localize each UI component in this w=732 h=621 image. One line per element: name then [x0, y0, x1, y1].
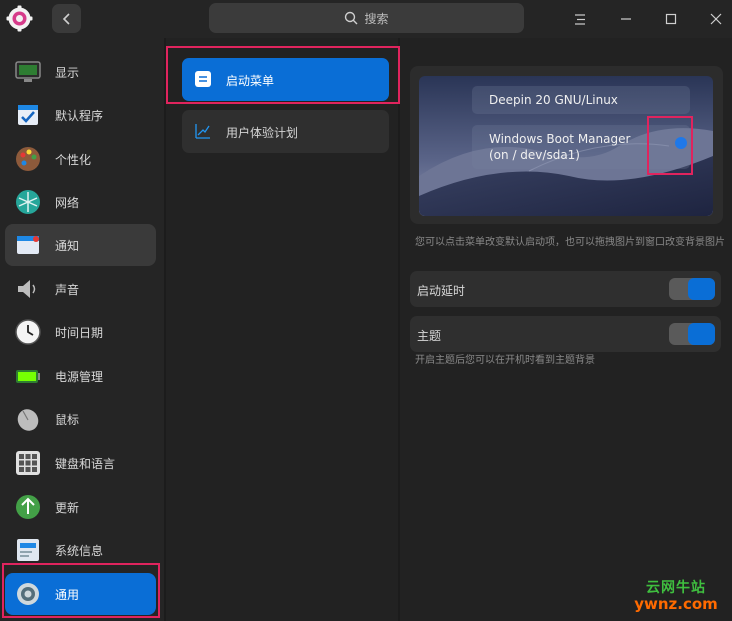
sidebar-item-datetime[interactable]: 时间日期: [5, 311, 156, 353]
notification-icon: [17, 236, 39, 254]
boot-preview-card: Deepin 20 GNU/Linux Windows Boot Manager…: [410, 66, 723, 224]
update-icon: [16, 495, 40, 519]
sidebar-item-label: 网络: [55, 196, 80, 210]
sidebar-item-personalization[interactable]: 个性化: [5, 138, 156, 180]
sidebar-item-label: 个性化: [55, 153, 92, 167]
sidebar-item-label: 键盘和语言: [55, 457, 116, 471]
minimize-icon: [621, 18, 631, 20]
maximize-icon: [665, 13, 677, 25]
toggle-knob: [688, 323, 715, 345]
theme-hint-text: 开启主题后您可以在开机时看到主题背景: [415, 355, 595, 366]
toggle-knob: [688, 278, 715, 300]
sidebar-item-label: 声音: [55, 283, 80, 297]
battery-icon: [16, 370, 40, 383]
boot-delay-label: 启动延时: [417, 284, 466, 298]
menu-icon: [575, 13, 585, 25]
boot-delay-toggle[interactable]: [669, 278, 715, 300]
mouse-icon: [17, 409, 39, 431]
sidebar-item-general[interactable]: 通用: [5, 573, 156, 615]
theme-row: 主题: [410, 316, 721, 352]
submenu-item-label: 用户体验计划: [226, 126, 299, 140]
sidebar-item-label: 时间日期: [55, 326, 104, 340]
submenu-item-user-experience[interactable]: 用户体验计划: [182, 110, 389, 153]
default-apps-icon: [18, 105, 38, 125]
sidebar-item-display[interactable]: 显示: [5, 51, 156, 93]
watermark: 云网牛站 ywnz.com: [631, 580, 721, 612]
display-icon: [15, 61, 41, 82]
sidebar-item-sound[interactable]: 声音: [5, 268, 156, 310]
title-bar: 搜索: [0, 0, 732, 38]
personalization-icon: [16, 147, 40, 171]
sidebar-item-label: 通知: [55, 239, 80, 253]
boot-delay-row: 启动延时: [410, 271, 721, 307]
settings-gear-icon: [6, 5, 33, 32]
search-input[interactable]: 搜索: [209, 3, 524, 33]
sidebar-item-label: 显示: [55, 66, 80, 80]
sidebar-item-mouse[interactable]: 鼠标: [5, 398, 156, 440]
network-icon: [16, 190, 40, 214]
default-boot-indicator: [675, 137, 687, 149]
close-button[interactable]: [705, 8, 727, 30]
chevron-left-icon: [62, 12, 70, 25]
search-icon: [345, 11, 358, 25]
submenu-item-boot-menu[interactable]: 启动菜单: [182, 58, 389, 101]
theme-label: 主题: [417, 329, 442, 343]
close-icon: [710, 13, 722, 25]
sidebar-item-system-info[interactable]: 系统信息: [5, 529, 156, 571]
watermark-line2: ywnz.com: [634, 595, 718, 613]
sidebar-item-network[interactable]: 网络: [5, 181, 156, 223]
sidebar-item-label: 通用: [55, 588, 80, 602]
sidebar-item-label: 系统信息: [55, 544, 104, 558]
search-placeholder: 搜索: [364, 11, 389, 26]
submenu-item-label: 启动菜单: [226, 74, 275, 88]
sidebar-item-label: 更新: [55, 501, 80, 515]
sidebar-item-power[interactable]: 电源管理: [5, 355, 156, 397]
system-info-icon: [17, 539, 39, 561]
sidebar-item-default-apps[interactable]: 默认程序: [5, 94, 156, 136]
submenu-panel: 启动菜单 用户体验计划: [166, 38, 398, 621]
sidebar-item-update[interactable]: 更新: [5, 486, 156, 528]
boot-entry-label: Deepin 20 GNU/Linux: [489, 93, 618, 107]
clock-icon: [15, 319, 41, 345]
sidebar-item-label: 鼠标: [55, 413, 80, 427]
general-icon: [17, 583, 39, 605]
boot-entry-label: Windows Boot Manager (on / dev/sda1): [489, 132, 631, 162]
back-button[interactable]: [52, 4, 81, 33]
theme-toggle[interactable]: [669, 323, 715, 345]
sidebar-item-keyboard[interactable]: 键盘和语言: [5, 442, 156, 484]
boot-menu-icon: [195, 71, 211, 87]
sidebar-item-label: 电源管理: [55, 370, 104, 384]
chart-icon: [195, 124, 210, 139]
sidebar-item-notification[interactable]: 通知: [5, 224, 156, 266]
keyboard-icon: [16, 451, 40, 475]
boot-entry-deepin[interactable]: Deepin 20 GNU/Linux: [472, 86, 690, 114]
maximize-button[interactable]: [660, 8, 682, 30]
sound-icon: [18, 280, 36, 298]
menu-button[interactable]: [569, 8, 591, 30]
minimize-button[interactable]: [615, 8, 637, 30]
sidebar-item-label: 默认程序: [55, 109, 104, 123]
boot-entry-windows[interactable]: Windows Boot Manager (on / dev/sda1): [472, 125, 690, 169]
boot-menu-panel: Deepin 20 GNU/Linux Windows Boot Manager…: [400, 38, 732, 621]
watermark-line1: 云网牛站: [646, 580, 706, 596]
boot-hint-text: 您可以点击菜单改变默认启动项，也可以拖拽图片到窗口改变背景图片: [415, 237, 725, 248]
sidebar: 显示 默认程序 个性化 网络 通知 声音 时间日期 电源管理 鼠标 键盘和语言 …: [0, 38, 164, 621]
